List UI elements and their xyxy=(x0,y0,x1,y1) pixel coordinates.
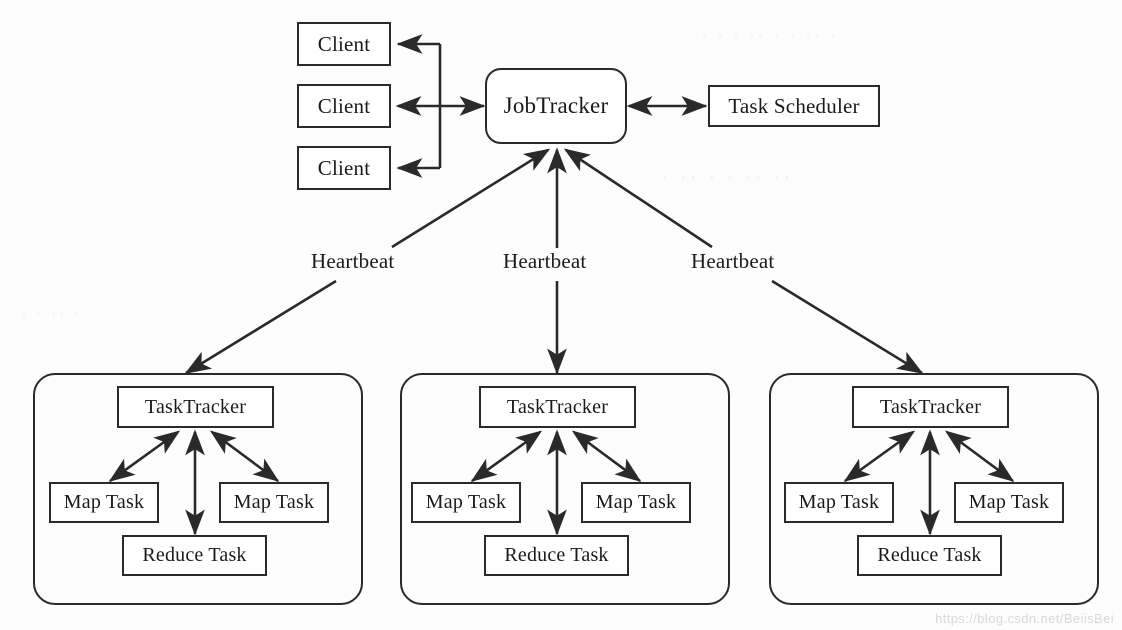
client-label-2: Client xyxy=(317,93,371,118)
task-scheduler-box[interactable]: Task Scheduler xyxy=(708,85,880,127)
heartbeat-label-left: Heartbeat xyxy=(306,249,400,274)
edge-heartbeat-left-lower xyxy=(184,279,337,375)
reduce-task-label-3: Reduce Task xyxy=(877,544,982,566)
client-label-1: Client xyxy=(317,31,371,56)
reduce-task-box-3[interactable]: Reduce Task xyxy=(857,535,1002,576)
map-task-box-3-right[interactable]: Map Task xyxy=(954,482,1064,523)
heartbeat-label-right: Heartbeat xyxy=(686,249,780,274)
map-task-box-3-left[interactable]: Map Task xyxy=(784,482,894,523)
client-box-3[interactable]: Client xyxy=(297,146,391,190)
client-box-2[interactable]: Client xyxy=(297,84,391,128)
edge-heartbeat-left-upper xyxy=(391,148,551,249)
map-task-label-1-right: Map Task xyxy=(233,491,315,513)
tasktracker-box-1[interactable]: TaskTracker xyxy=(117,386,274,428)
map-task-label-3-right: Map Task xyxy=(968,491,1050,513)
jobtracker-box[interactable]: JobTracker xyxy=(485,68,627,144)
map-task-box-1-right[interactable]: Map Task xyxy=(219,482,329,523)
map-task-label-1-left: Map Task xyxy=(63,491,145,513)
tasktracker-box-3[interactable]: TaskTracker xyxy=(852,386,1009,428)
client-box-1[interactable]: Client xyxy=(297,22,391,66)
map-task-box-2-left[interactable]: Map Task xyxy=(411,482,521,523)
map-task-label-2-left: Map Task xyxy=(425,491,507,513)
tasktracker-label-2: TaskTracker xyxy=(506,395,609,418)
jobtracker-label: JobTracker xyxy=(503,93,609,118)
map-task-box-2-right[interactable]: Map Task xyxy=(581,482,691,523)
tasktracker-box-2[interactable]: TaskTracker xyxy=(479,386,636,428)
map-task-label-3-left: Map Task xyxy=(798,491,880,513)
edge-heartbeat-right-lower xyxy=(771,279,924,375)
heartbeat-label-center: Heartbeat xyxy=(498,249,592,274)
reduce-task-label-2: Reduce Task xyxy=(504,544,609,566)
reduce-task-box-1[interactable]: Reduce Task xyxy=(122,535,267,576)
tasktracker-label-3: TaskTracker xyxy=(879,395,982,418)
map-task-box-1-left[interactable]: Map Task xyxy=(49,482,159,523)
client-label-3: Client xyxy=(317,155,371,180)
reduce-task-label-1: Reduce Task xyxy=(142,544,247,566)
task-scheduler-label: Task Scheduler xyxy=(728,93,860,118)
map-task-label-2-right: Map Task xyxy=(595,491,677,513)
edge-heartbeat-right-upper xyxy=(563,148,713,249)
tasktracker-label-1: TaskTracker xyxy=(144,395,247,418)
diagram-canvas: · · · ·· · · ·· · · ·· · · ·· ·· · · ·· … xyxy=(0,0,1122,630)
watermark-text: https://blog.csdn.net/BeiisBei xyxy=(935,611,1114,626)
reduce-task-box-2[interactable]: Reduce Task xyxy=(484,535,629,576)
